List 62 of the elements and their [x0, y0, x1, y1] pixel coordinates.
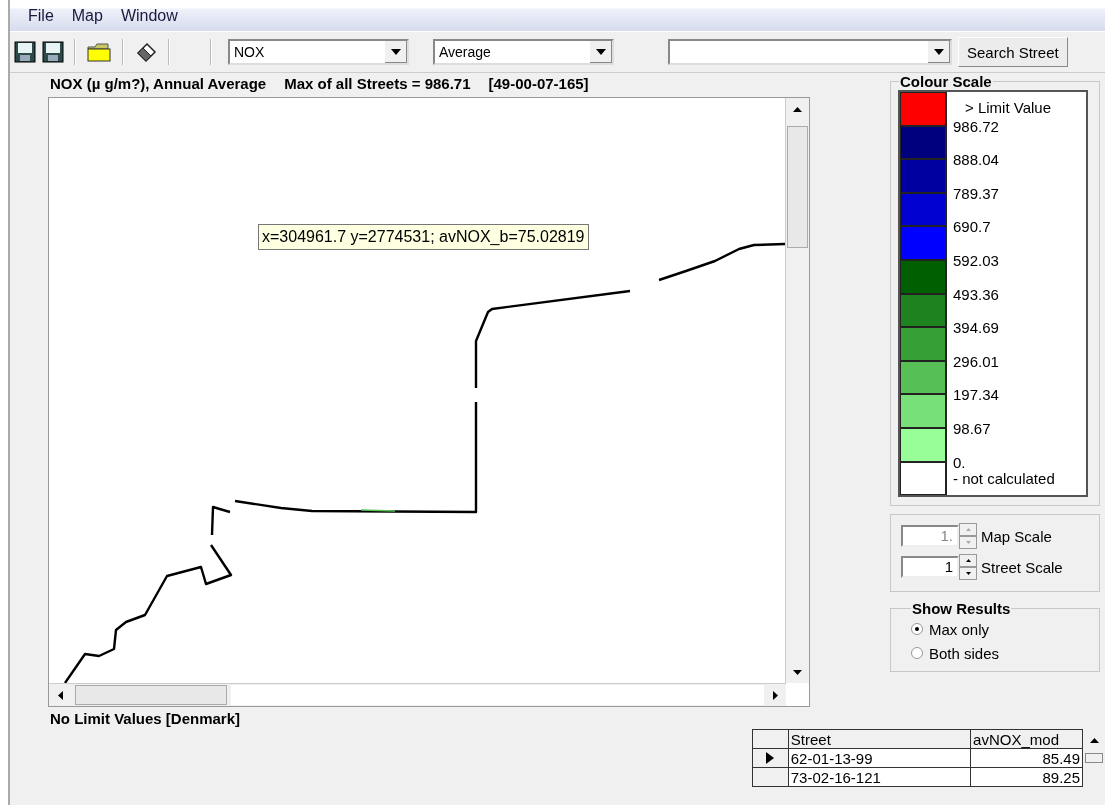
scale-input[interactable]: 1 — [901, 556, 959, 579]
max-street-id: [49-00-07-165] — [488, 74, 589, 94]
column-header[interactable]: Street — [788, 729, 971, 749]
map-title: NOX (µ g/m?), Annual Average — [50, 74, 267, 94]
scroll-up-icon — [1089, 737, 1099, 743]
vertical-scrollbar[interactable] — [785, 98, 809, 683]
current-row-icon — [766, 751, 775, 764]
statistic-dropdown[interactable]: Average — [433, 39, 614, 65]
scroll-left-icon — [57, 690, 63, 700]
table-cell: 89.25 — [970, 767, 1083, 787]
scale-label: 986.72 — [953, 118, 999, 135]
scroll-thumb[interactable] — [787, 126, 808, 248]
scale-label: 592.03 — [953, 252, 999, 269]
scroll-right-icon — [772, 690, 778, 700]
menu-item[interactable]: File — [26, 6, 56, 26]
radio-label[interactable]: Both sides — [929, 644, 1000, 662]
search-street-button[interactable]: Search Street — [958, 37, 1068, 67]
scale-label: 0. — [953, 454, 967, 471]
scale-label: 296.01 — [953, 353, 999, 370]
spin-button[interactable] — [959, 554, 977, 581]
scale-label: 493.36 — [953, 286, 999, 303]
pollutant-dropdown[interactable]: NOX — [228, 39, 409, 65]
scale-label: 789.37 — [953, 185, 999, 202]
scale-label: 690.7 — [953, 219, 991, 236]
dropdown-arrow-icon — [596, 49, 606, 55]
menu-item[interactable]: Map — [69, 6, 105, 26]
scale-label: 394.69 — [953, 320, 999, 337]
colour-scale-title: Colour Scale — [899, 73, 993, 90]
street-dropdown[interactable] — [668, 39, 952, 65]
show-results-title: Show Results — [911, 600, 1012, 618]
scale-label: 197.34 — [953, 387, 999, 404]
column-header[interactable]: avNOX_mod — [970, 729, 1083, 749]
up-arrow-icon — [965, 559, 971, 563]
radio-label[interactable]: Max only — [929, 620, 990, 638]
scale-label: > Limit Value — [965, 100, 1051, 116]
down-arrow-icon — [965, 572, 971, 576]
radio-button[interactable] — [911, 623, 923, 636]
scroll-thumb[interactable] — [1085, 753, 1103, 763]
up-arrow-icon — [965, 528, 971, 532]
table-cell: 85.49 — [970, 748, 1083, 768]
eraser-icon[interactable] — [134, 41, 158, 63]
max-value-text: Max of all Streets = 986.71 — [284, 74, 471, 94]
folder-icon[interactable] — [86, 41, 112, 63]
radio-button[interactable] — [911, 647, 923, 660]
scroll-down-icon — [792, 669, 802, 675]
scale-label: 888.04 — [953, 152, 999, 169]
scroll-thumb[interactable] — [75, 685, 227, 705]
column-header — [752, 729, 789, 749]
scroll-up-icon — [792, 106, 802, 112]
table-cell: 62-01-13-99 — [788, 748, 971, 768]
limit-values-note: No Limit Values [Denmark] — [50, 710, 242, 727]
coordinate-tooltip: x=304961.7 y=2774531; avNOX_b=75.02819 — [258, 224, 589, 250]
table-cell: 73-02-16-121 — [788, 767, 971, 787]
scale-label: 98.67 — [953, 420, 991, 437]
scale-label: Map Scale — [981, 527, 1052, 545]
horizontal-scrollbar[interactable] — [49, 683, 786, 706]
down-arrow-icon — [965, 541, 971, 545]
menu-item[interactable]: Window — [118, 6, 180, 26]
scale-note: - not calculated — [953, 470, 1055, 487]
dropdown-arrow-icon — [391, 49, 401, 55]
dropdown-arrow-icon — [934, 49, 944, 55]
scale-label: Street Scale — [981, 558, 1063, 576]
